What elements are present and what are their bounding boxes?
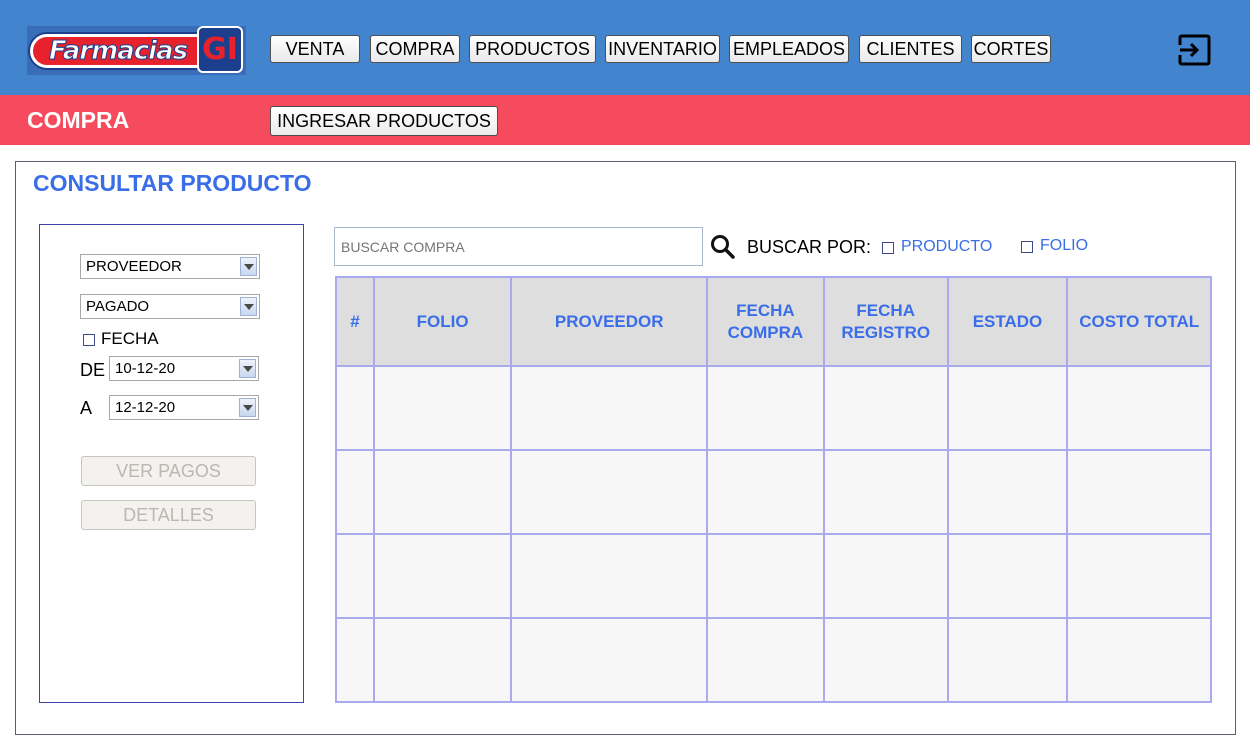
column-header-label: FOLIO (416, 311, 469, 331)
search-icon[interactable] (710, 234, 736, 260)
nav-clientes-button[interactable]: CLIENTES (859, 35, 962, 63)
fecha-a-select[interactable]: 12-12-20 (109, 395, 259, 420)
table-cell (822, 617, 949, 703)
table-row[interactable] (335, 449, 1212, 535)
table-cell (335, 449, 375, 535)
chevron-down-icon[interactable] (239, 359, 256, 378)
table-cell (372, 533, 513, 619)
section-bar: COMPRA INGRESAR PRODUCTOS (0, 95, 1250, 145)
proveedor-select[interactable]: PROVEEDOR (80, 254, 260, 279)
table-cell (510, 365, 708, 451)
proveedor-select-value: PROVEEDOR (86, 258, 182, 275)
fecha-a-value: 12-12-20 (115, 399, 176, 416)
chevron-down-icon[interactable] (240, 297, 257, 316)
table-row[interactable] (335, 617, 1212, 703)
fecha-label: FECHA (101, 329, 159, 348)
top-navigation-bar: Farmacias GI VENTA COMPRA PRODUCTOS INVE… (0, 0, 1250, 95)
fecha-de-value: 10-12-20 (115, 360, 176, 377)
column-header-label: FECHA REGISTRO (841, 300, 931, 342)
table-cell (946, 449, 1069, 535)
table-cell (1066, 365, 1212, 451)
logout-icon[interactable] (1176, 33, 1212, 67)
folio-checkbox[interactable] (1021, 241, 1033, 253)
estado-select[interactable]: PAGADO (80, 294, 260, 319)
table-header-row: # FOLIO PROVEEDOR FECHA COMPRA FECHA REG… (335, 276, 1212, 367)
table-row[interactable] (335, 365, 1212, 451)
column-header-number[interactable]: # (335, 276, 375, 367)
buscar-compra-input[interactable] (334, 227, 703, 266)
column-header-fecha-compra[interactable]: FECHA COMPRA (706, 276, 825, 367)
table-cell (946, 533, 1069, 619)
column-header-label: FECHA COMPRA (727, 300, 804, 342)
ingresar-productos-button[interactable]: INGRESAR PRODUCTOS (270, 106, 498, 136)
table-cell (335, 533, 375, 619)
table-cell (706, 449, 825, 535)
column-header-proveedor[interactable]: PROVEEDOR (510, 276, 708, 367)
nav-empleados-button[interactable]: EMPLEADOS (729, 35, 849, 63)
column-header-folio[interactable]: FOLIO (372, 276, 513, 367)
table-cell (822, 533, 949, 619)
table-cell (372, 449, 513, 535)
nav-venta-button[interactable]: VENTA (270, 35, 360, 63)
fecha-de-select[interactable]: 10-12-20 (109, 356, 259, 381)
column-header-label: ESTADO (972, 311, 1043, 331)
table-cell (822, 365, 949, 451)
logo-pill: Farmacias (30, 34, 225, 68)
folio-option-label: FOLIO (1040, 237, 1089, 254)
table-cell (1066, 449, 1212, 535)
section-title: COMPRA (27, 107, 130, 133)
logo-badge-text: GI (202, 32, 238, 67)
nav-productos-button[interactable]: PRODUCTOS (469, 35, 596, 63)
table-cell (822, 449, 949, 535)
detalles-button[interactable]: DETALLES (81, 500, 256, 530)
table-cell (335, 365, 375, 451)
column-header-estado[interactable]: ESTADO (946, 276, 1069, 367)
logo-text: Farmacias (48, 36, 188, 66)
producto-checkbox[interactable] (882, 242, 894, 254)
consultar-producto-panel: CONSULTAR PRODUCTO PROVEEDOR PAGADO FECH… (15, 161, 1236, 735)
buscar-por-label: BUSCAR POR: (747, 237, 872, 257)
table-cell (335, 617, 375, 703)
a-label: A (80, 398, 93, 418)
table-cell (1066, 617, 1212, 703)
table-cell (946, 617, 1069, 703)
nav-cortes-button[interactable]: CORTES (971, 35, 1051, 63)
nav-inventario-button[interactable]: INVENTARIO (605, 35, 720, 63)
table-cell (510, 449, 708, 535)
panel-title: CONSULTAR PRODUCTO (33, 170, 312, 196)
logo-badge: GI (197, 26, 243, 73)
table-cell (706, 365, 825, 451)
ver-pagos-button[interactable]: VER PAGOS (81, 456, 256, 486)
fecha-checkbox[interactable] (83, 334, 95, 346)
estado-select-value: PAGADO (86, 298, 150, 315)
table-cell (372, 617, 513, 703)
column-header-label: PROVEEDOR (554, 311, 664, 331)
compras-table: # FOLIO PROVEEDOR FECHA COMPRA FECHA REG… (335, 276, 1212, 703)
de-label: DE (80, 360, 106, 380)
filters-box: PROVEEDOR PAGADO FECHA DE 10-12-20 A 12-… (39, 224, 304, 703)
table-row[interactable] (335, 533, 1212, 619)
chevron-down-icon[interactable] (240, 257, 257, 276)
table-cell (706, 533, 825, 619)
producto-option-label: PRODUCTO (901, 238, 993, 255)
column-header-fecha-registro[interactable]: FECHA REGISTRO (822, 276, 949, 367)
table-cell (510, 617, 708, 703)
column-header-costo-total[interactable]: COSTO TOTAL (1066, 276, 1212, 367)
table-cell (1066, 533, 1212, 619)
chevron-down-icon[interactable] (239, 398, 256, 417)
table-cell (510, 533, 708, 619)
table-cell (372, 365, 513, 451)
farmacias-logo[interactable]: Farmacias GI (27, 26, 246, 75)
column-header-label: COSTO TOTAL (1079, 311, 1200, 331)
nav-compra-button[interactable]: COMPRA (370, 35, 460, 63)
table-cell (706, 617, 825, 703)
table-cell (946, 365, 1069, 451)
column-header-label: # (350, 311, 360, 331)
